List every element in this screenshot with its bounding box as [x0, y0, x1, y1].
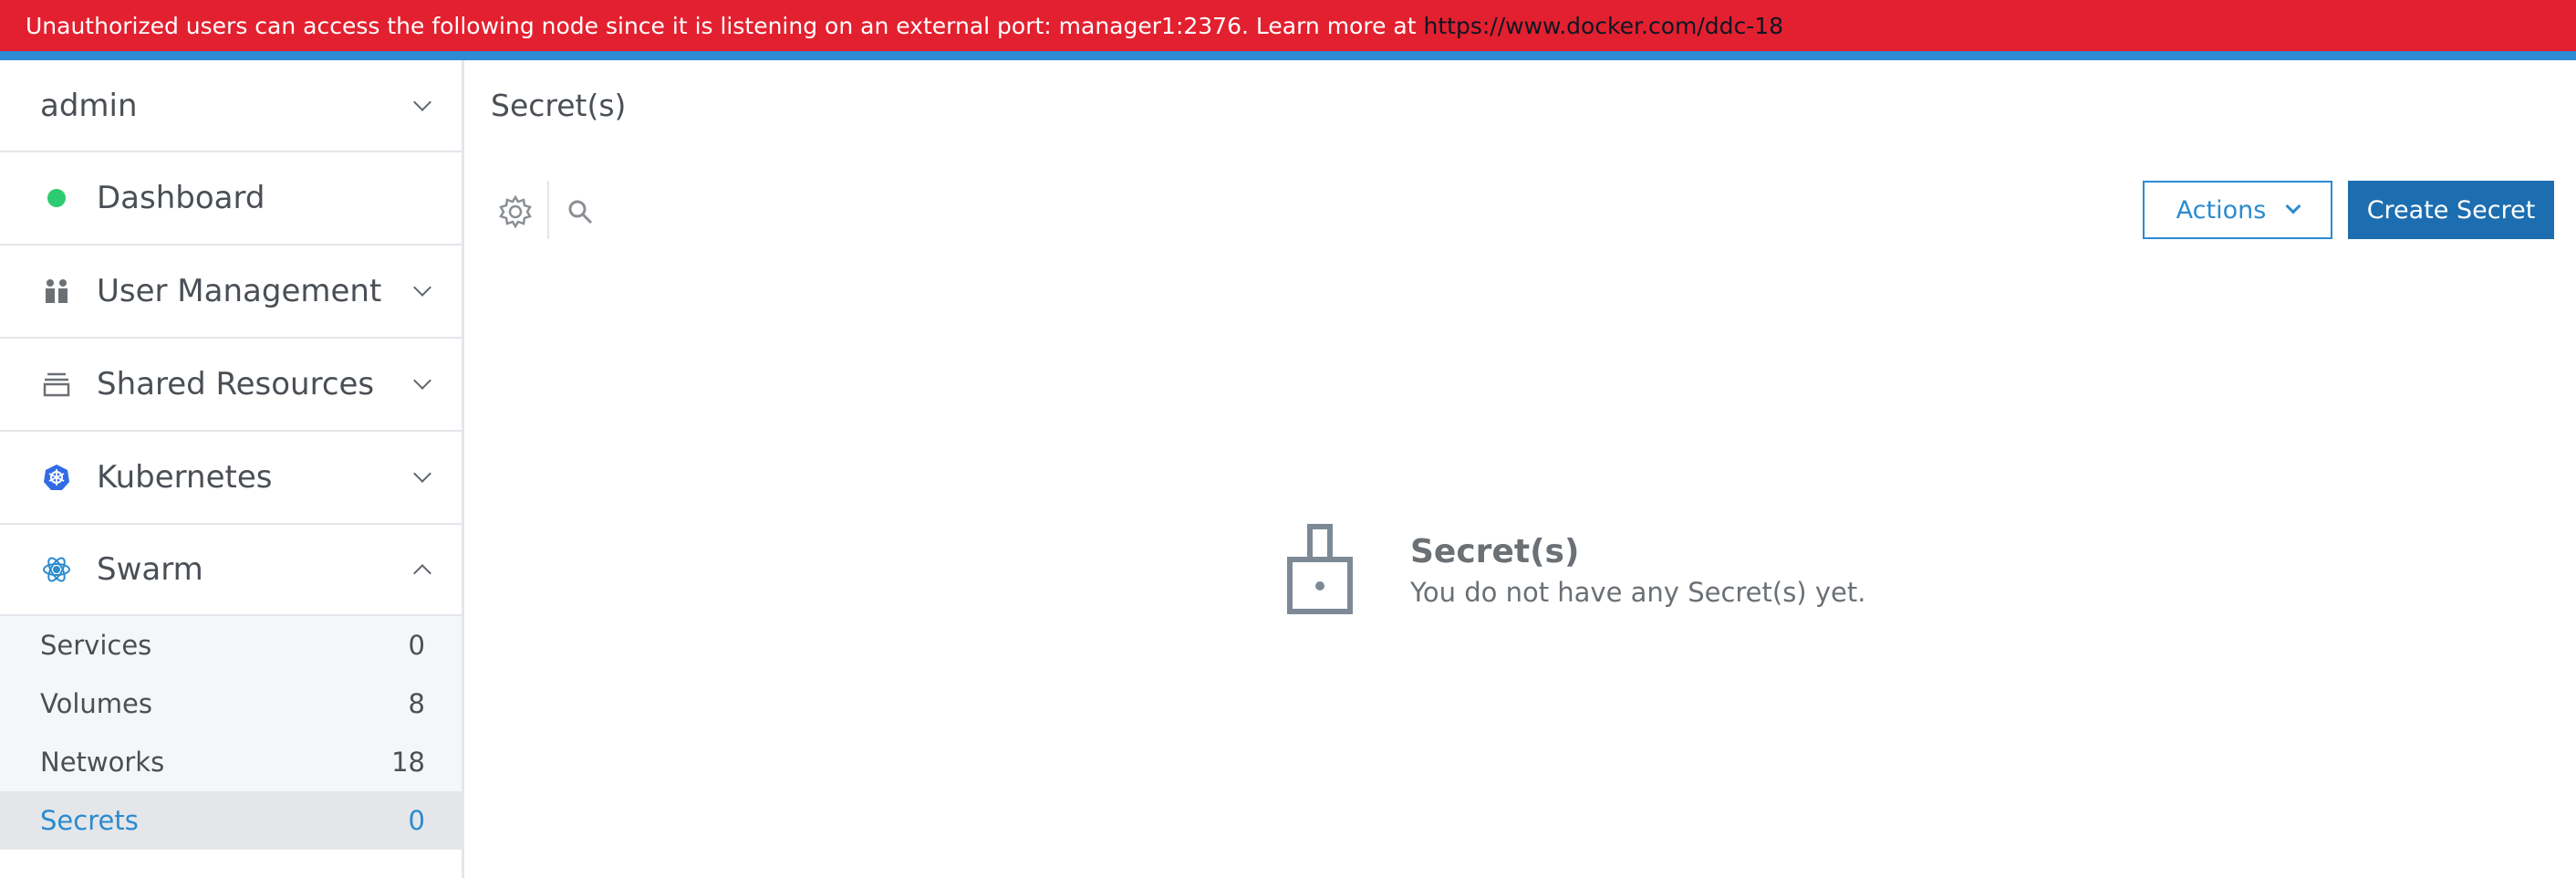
- empty-state-title: Secret(s): [1410, 533, 1580, 570]
- item-count: 18: [391, 747, 425, 778]
- status-dot-icon: [40, 182, 73, 214]
- toolbar-divider: [547, 181, 549, 239]
- sidebar-item-label: Volumes: [40, 688, 152, 719]
- user-name: admin: [40, 87, 138, 124]
- kubernetes-icon: [40, 461, 73, 494]
- lock-icon: [1286, 524, 1354, 615]
- sidebar-item-user-management[interactable]: User Management: [0, 246, 462, 339]
- sidebar-item-shared-resources[interactable]: Shared Resources: [0, 339, 462, 432]
- sidebar-item-label: Secrets: [40, 805, 139, 836]
- swarm-submenu: Services 0 Volumes 8 Networks 18 Secrets…: [0, 616, 462, 850]
- chevron-down-icon: [413, 371, 431, 390]
- sidebar-item-label: Services: [40, 630, 152, 661]
- chevron-down-icon: [413, 278, 431, 297]
- stack-icon: [40, 368, 73, 401]
- sidebar-item-dashboard[interactable]: Dashboard: [0, 152, 462, 246]
- empty-state-message: You do not have any Secret(s) yet.: [1410, 577, 1866, 608]
- sidebar-item-swarm[interactable]: Swarm: [0, 525, 462, 616]
- sidebar-item-volumes[interactable]: Volumes 8: [0, 674, 462, 733]
- actions-label: Actions: [2176, 195, 2267, 225]
- banner-link[interactable]: https://www.docker.com/ddc-18: [1424, 13, 1784, 39]
- sidebar-item-kubernetes[interactable]: Kubernetes: [0, 432, 462, 525]
- banner-stripe: [0, 51, 2576, 60]
- gear-icon[interactable]: [497, 193, 534, 230]
- chevron-down-icon: [413, 92, 431, 111]
- sidebar-item-label: Networks: [40, 747, 165, 778]
- item-count: 8: [408, 688, 425, 719]
- item-count: 0: [408, 630, 425, 661]
- sidebar-item-networks[interactable]: Networks 18: [0, 733, 462, 791]
- chevron-down-icon: [2285, 198, 2301, 214]
- sidebar-item-label: Swarm: [97, 551, 203, 588]
- page-title: Secret(s): [491, 88, 627, 123]
- sidebar-item-label: User Management: [97, 273, 382, 309]
- swarm-icon: [40, 553, 73, 586]
- users-icon: [40, 275, 73, 308]
- sidebar-item-label: Dashboard: [97, 180, 265, 216]
- item-count: 0: [408, 805, 425, 836]
- sidebar-item-label: Kubernetes: [97, 459, 273, 496]
- chevron-down-icon: [413, 465, 431, 483]
- sidebar-item-services[interactable]: Services 0: [0, 616, 462, 674]
- sidebar-item-secrets[interactable]: Secrets 0: [0, 791, 462, 850]
- user-menu[interactable]: admin: [0, 60, 462, 152]
- sidebar: admin Dashboard User Management Shared R…: [0, 60, 464, 878]
- search-icon[interactable]: [566, 197, 597, 228]
- chevron-up-icon: [413, 564, 431, 582]
- actions-dropdown-button[interactable]: Actions: [2143, 181, 2332, 239]
- banner-message: Unauthorized users can access the follow…: [26, 12, 1417, 39]
- create-secret-button[interactable]: Create Secret: [2348, 181, 2554, 239]
- security-warning-banner: Unauthorized users can access the follow…: [0, 0, 2576, 51]
- sidebar-item-label: Shared Resources: [97, 366, 375, 402]
